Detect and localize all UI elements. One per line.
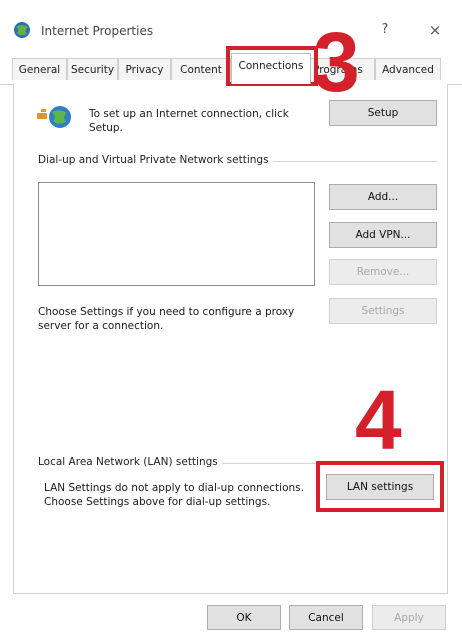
network-globe-icon — [37, 106, 71, 128]
tab-connections[interactable]: Connections — [231, 53, 311, 84]
step4-highlight-box — [316, 461, 444, 512]
remove-button[interactable]: Remove... — [329, 259, 437, 285]
tab-general[interactable]: General — [12, 58, 67, 80]
step3-number: 3 — [313, 15, 360, 109]
cancel-button[interactable]: Cancel — [289, 605, 363, 630]
add-vpn-button[interactable]: Add VPN... — [329, 222, 437, 248]
connections-list[interactable] — [38, 182, 315, 286]
close-button[interactable]: × — [422, 19, 448, 41]
tab-privacy[interactable]: Privacy — [118, 58, 171, 80]
lan-description: LAN Settings do not apply to dial-up con… — [44, 482, 304, 508]
internet-options-globe-icon — [14, 22, 30, 38]
tab-advanced[interactable]: Advanced — [375, 58, 441, 80]
ok-button[interactable]: OK — [207, 605, 281, 630]
settings-button[interactable]: Settings — [329, 298, 437, 324]
apply-button[interactable]: Apply — [372, 605, 446, 630]
lan-group-label: Local Area Network (LAN) settings — [38, 456, 222, 468]
tab-security[interactable]: Security — [67, 58, 118, 80]
help-button[interactable]: ? — [372, 19, 398, 41]
add-button[interactable]: Add... — [329, 184, 437, 210]
proxy-description: Choose Settings if you need to configure… — [38, 306, 295, 332]
tab-content[interactable]: Content — [171, 58, 231, 80]
setup-description: To set up an Internet connection, click … — [89, 108, 289, 134]
dialup-group-label: Dial-up and Virtual Private Network sett… — [38, 154, 273, 166]
window-title: Internet Properties — [41, 24, 154, 38]
step4-number: 4 — [355, 373, 402, 467]
